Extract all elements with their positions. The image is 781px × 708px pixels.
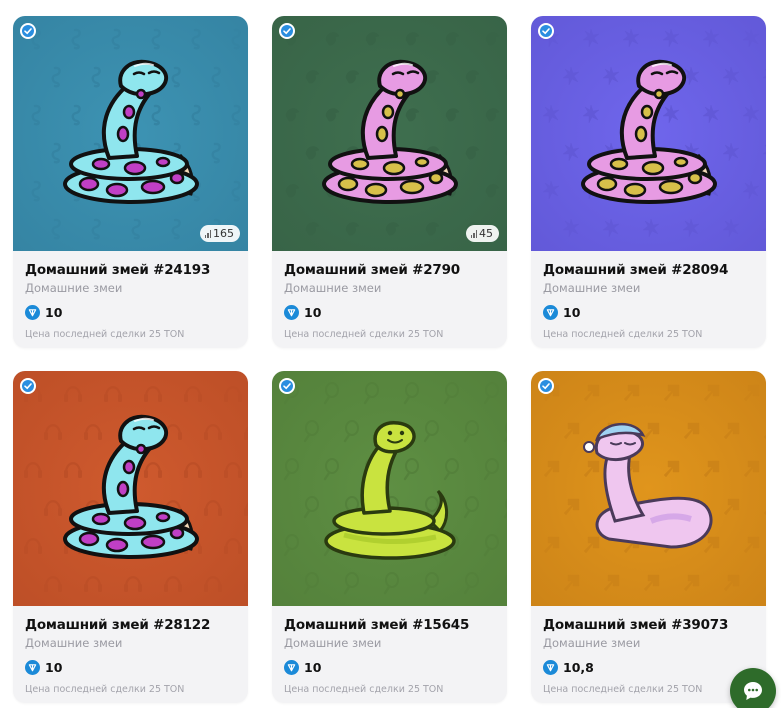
views-badge: 45 [465,225,499,242]
price-value: 10 [45,305,63,320]
collection-name[interactable]: Домашние змеи [543,636,754,650]
views-count: 165 [213,227,234,240]
verified-badge-icon [538,23,554,39]
collection-name[interactable]: Домашние змеи [284,636,495,650]
verified-badge-icon [20,378,36,394]
nft-card[interactable]: 165 Домашний змей #24193 Домашние змеи 10 Це… [13,16,248,348]
nft-title[interactable]: Домашний змей #39073 [543,617,754,633]
ton-icon [543,305,558,320]
ton-icon [25,660,40,675]
nft-title[interactable]: Домашний змей #28094 [543,262,754,278]
verified-badge-icon [279,378,295,394]
nft-info: Домашний змей #2790 Домашние змеи 10 Цена п… [272,251,507,340]
views-count: 45 [479,227,493,240]
last-deal-price: Цена последней сделки 25 TON [543,684,703,695]
snake-illustration [63,414,199,559]
nft-title[interactable]: Домашний змей #2790 [284,262,495,278]
collection-name[interactable]: Домашние змеи [25,636,236,650]
nft-image[interactable]: 165 [13,16,248,251]
price-value: 10 [304,305,322,320]
snake-illustration [63,59,199,204]
snake-illustration [583,422,713,549]
views-badge: 165 [199,225,240,242]
last-deal-price: Цена последней сделки 25 TON [284,329,444,340]
collection-name[interactable]: Домашние змеи [25,281,236,295]
price-value: 10,8 [563,660,594,675]
nft-image[interactable] [13,371,248,606]
nft-info: Домашний змей #24193 Домашние змеи 10 Цена … [13,251,248,340]
nft-title[interactable]: Домашний змей #28122 [25,617,236,633]
nft-info: Домашний змей #28122 Домашние змеи 10 Цена … [13,606,248,695]
nft-info: Домашний змей #28094 Домашние змеи 10 Цена … [531,251,766,340]
nft-card[interactable]: 45 Домашний змей #2790 Домашние змеи 10 Цена… [272,16,507,348]
ton-icon [25,305,40,320]
signal-bars-icon [204,229,211,238]
signal-bars-icon [470,229,477,238]
price-row: 10 [25,305,236,320]
price-row: 10 [284,660,495,675]
price-row: 10 [25,660,236,675]
price-row: 10 [543,305,754,320]
ton-icon [284,305,299,320]
nft-image[interactable] [531,371,766,606]
nft-image[interactable]: 45 [272,16,507,251]
price-row: 10 [284,305,495,320]
nft-card[interactable]: Домашний змей #39073 Домашние змеи 10,8 Цен… [531,371,766,703]
nft-title[interactable]: Домашний змей #15645 [284,617,495,633]
snake-illustration [322,59,458,204]
nft-card[interactable]: Домашний змей #28122 Домашние змеи 10 Цена … [13,371,248,703]
nft-grid: 165 Домашний змей #24193 Домашние змеи 10 Це… [0,0,781,708]
ton-icon [284,660,299,675]
nft-info: Домашний змей #15645 Домашние змеи 10 Цена … [272,606,507,695]
chat-bubble-icon [744,682,762,700]
nft-image[interactable] [531,16,766,251]
nft-image[interactable] [272,371,507,606]
last-deal-price: Цена последней сделки 25 TON [25,684,185,695]
price-value: 10 [45,660,63,675]
nft-title[interactable]: Домашний змей #24193 [25,262,236,278]
price-value: 10 [304,660,322,675]
snake-illustration [581,59,717,204]
verified-badge-icon [538,378,554,394]
last-deal-price: Цена последней сделки 25 TON [25,329,185,340]
ton-icon [543,660,558,675]
chat-button[interactable] [730,668,776,708]
price-row: 10,8 [543,660,754,675]
snake-illustration [324,421,456,560]
verified-badge-icon [279,23,295,39]
nft-card[interactable]: Домашний змей #28094 Домашние змеи 10 Цена … [531,16,766,348]
nft-card[interactable]: Домашний змей #15645 Домашние змеи 10 Цена … [272,371,507,703]
last-deal-price: Цена последней сделки 25 TON [543,329,703,340]
verified-badge-icon [20,23,36,39]
price-value: 10 [563,305,581,320]
collection-name[interactable]: Домашние змеи [284,281,495,295]
last-deal-price: Цена последней сделки 25 TON [284,684,444,695]
collection-name[interactable]: Домашние змеи [543,281,754,295]
